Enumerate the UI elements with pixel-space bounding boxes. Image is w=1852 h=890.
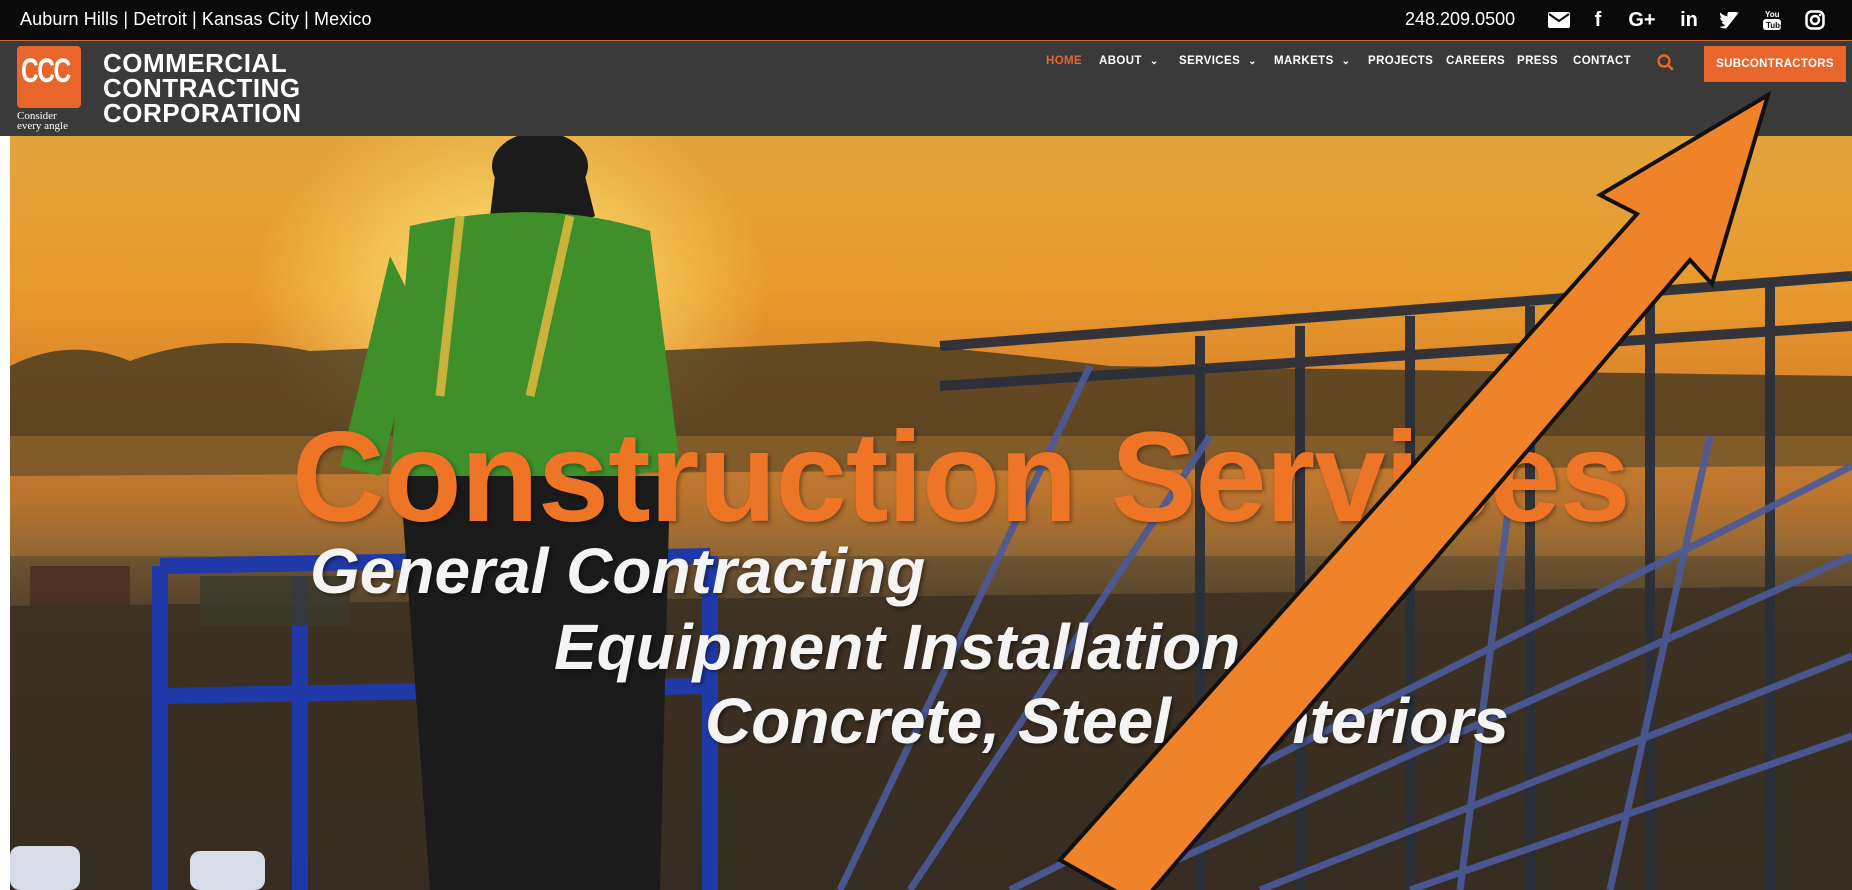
nav-about-label: ABOUT — [1099, 55, 1142, 67]
google-plus-glyph: G+ — [1628, 8, 1656, 31]
youtube-icon[interactable]: You Tube — [1760, 6, 1784, 34]
chevron-down-icon: ⌄ — [1341, 56, 1351, 67]
hero-service-concrete-steel-interiors: Concrete, Steel & Interiors — [705, 685, 1509, 757]
nav-careers-label: CAREERS — [1446, 55, 1506, 67]
top-utility-bar: Auburn Hills | Detroit | Kansas City | M… — [0, 0, 1852, 40]
nav-item-home[interactable]: HOME — [1046, 55, 1082, 67]
nav-services-label: SERVICES — [1179, 55, 1241, 67]
chevron-down-icon: ⌄ — [1149, 56, 1159, 67]
linkedin-icon[interactable]: in — [1676, 6, 1702, 34]
main-navigation: HOME ABOUT ⌄ SERVICES ⌄ MARKETS ⌄ PROJECTS … — [0, 55, 1852, 75]
svg-text:Tube: Tube — [1766, 21, 1782, 30]
nav-item-projects[interactable]: PROJECTS — [1368, 55, 1433, 67]
nav-item-about[interactable]: ABOUT ⌄ — [1099, 55, 1159, 67]
twitter-icon[interactable] — [1718, 6, 1742, 34]
google-plus-icon[interactable]: G+ — [1626, 6, 1658, 34]
hero-service-general-contracting: General Contracting — [310, 535, 926, 607]
facebook-icon[interactable]: f — [1588, 6, 1608, 34]
tagline-line-2: every angle — [17, 120, 68, 132]
nav-item-contact[interactable]: CONTACT — [1573, 55, 1631, 67]
nav-item-press[interactable]: PRESS — [1517, 55, 1558, 67]
search-icon[interactable] — [1655, 52, 1677, 74]
hero-title: Construction Services — [292, 406, 1631, 549]
email-icon[interactable] — [1546, 6, 1572, 34]
logo-tagline: Consider every angle — [17, 111, 68, 132]
nav-contact-label: CONTACT — [1573, 55, 1632, 67]
nav-item-careers[interactable]: CAREERS — [1446, 55, 1505, 67]
instagram-icon[interactable] — [1803, 6, 1827, 34]
linkedin-glyph: in — [1680, 8, 1698, 31]
svg-text:You: You — [1765, 10, 1780, 19]
nav-projects-label: PROJECTS — [1368, 55, 1434, 67]
company-name-line-3: CORPORATION — [103, 98, 302, 128]
facebook-glyph: f — [1594, 8, 1602, 31]
hero-service-equipment-installation: Equipment Installation — [554, 611, 1241, 683]
social-icons: f G+ in You Tube — [0, 6, 1852, 34]
nav-press-label: PRESS — [1517, 55, 1558, 67]
chevron-down-icon: ⌄ — [1248, 56, 1257, 67]
subcontractors-button[interactable]: SUBCONTRACTORS — [1704, 46, 1846, 82]
nav-home-label: HOME — [1046, 55, 1083, 67]
nav-item-markets[interactable]: MARKETS ⌄ — [1274, 55, 1350, 67]
hero-banner: Construction Services General Contractin… — [10, 136, 1852, 890]
nav-item-services[interactable]: SERVICES ⌄ — [1179, 55, 1257, 67]
nav-markets-label: MARKETS — [1274, 55, 1334, 67]
